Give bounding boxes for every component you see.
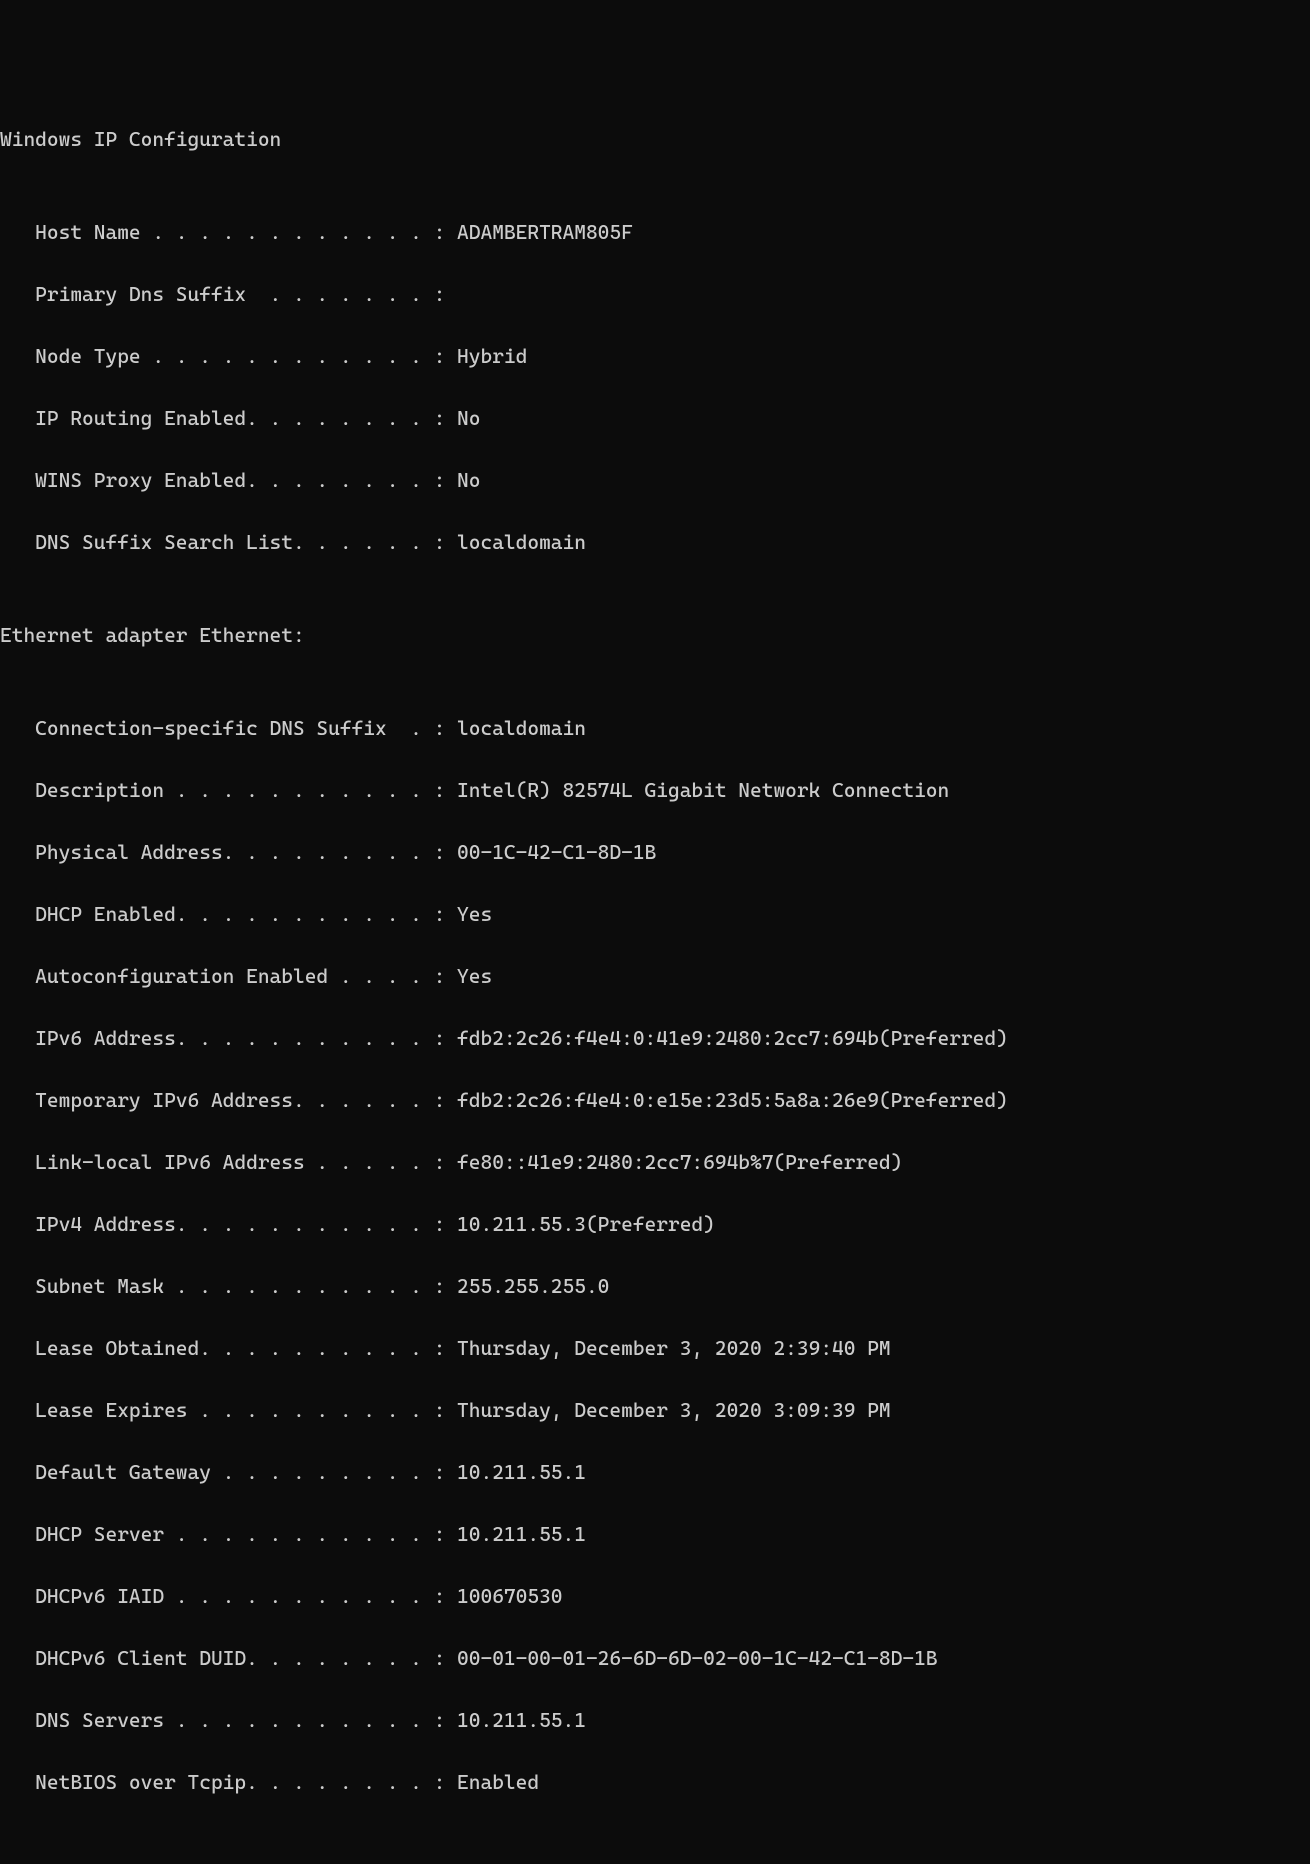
physical-address-value: 00-1C-42-C1-8D-1B	[457, 840, 656, 864]
host-name-value: ADAMBERTRAM805F	[457, 220, 633, 244]
primary-dns-suffix-label: Primary Dns Suffix . . . . . . . :	[0, 282, 445, 306]
ipconfig-header: Windows IP Configuration	[0, 124, 1310, 155]
dns-servers-value: 10.211.55.1	[457, 1708, 586, 1732]
node-type-value: Hybrid	[457, 344, 527, 368]
temp-ipv6-label: Temporary IPv6 Address. . . . . . :	[0, 1088, 457, 1112]
dhcpv6-duid-label: DHCPv6 Client DUID. . . . . . . . :	[0, 1646, 457, 1670]
host-name-label: Host Name . . . . . . . . . . . . :	[0, 220, 457, 244]
wins-proxy-value: No	[457, 468, 480, 492]
dhcpv6-iaid-value: 100670530	[457, 1584, 562, 1608]
ipv4-address-value: 10.211.55.3(Preferred)	[457, 1212, 715, 1236]
lease-expires-value: Thursday, December 3, 2020 3:09:39 PM	[457, 1398, 891, 1422]
link-local-ipv6-value: fe80::41e9:2480:2cc7:694b%7(Preferred)	[457, 1150, 902, 1174]
temp-ipv6-value: fdb2:2c26:f4e4:0:e15e:23d5:5a8a:26e9(Pre…	[457, 1088, 1008, 1112]
wins-proxy-label: WINS Proxy Enabled. . . . . . . . :	[0, 468, 457, 492]
description-value: Intel(R) 82574L Gigabit Network Connecti…	[457, 778, 949, 802]
subnet-mask-label: Subnet Mask . . . . . . . . . . . :	[0, 1274, 457, 1298]
ip-routing-label: IP Routing Enabled. . . . . . . . :	[0, 406, 457, 430]
netbios-label: NetBIOS over Tcpip. . . . . . . . :	[0, 1770, 457, 1794]
autoconfig-value: Yes	[457, 964, 492, 988]
default-gateway-value: 10.211.55.1	[457, 1460, 586, 1484]
conn-dns-suffix-value: localdomain	[457, 716, 586, 740]
adapter-heading: Ethernet adapter Ethernet:	[0, 620, 1310, 651]
ip-routing-value: No	[457, 406, 480, 430]
netbios-value: Enabled	[457, 1770, 539, 1794]
conn-dns-suffix-label: Connection-specific DNS Suffix . :	[0, 716, 457, 740]
terminal-output[interactable]: Windows IP Configuration Host Name . . .…	[0, 124, 1310, 1798]
dhcpv6-iaid-label: DHCPv6 IAID . . . . . . . . . . . :	[0, 1584, 457, 1608]
ipv6-address-label: IPv6 Address. . . . . . . . . . . :	[0, 1026, 457, 1050]
lease-expires-label: Lease Expires . . . . . . . . . . :	[0, 1398, 457, 1422]
dns-servers-label: DNS Servers . . . . . . . . . . . :	[0, 1708, 457, 1732]
dns-suffix-list-label: DNS Suffix Search List. . . . . . :	[0, 530, 457, 554]
link-local-ipv6-label: Link-local IPv6 Address . . . . . :	[0, 1150, 457, 1174]
subnet-mask-value: 255.255.255.0	[457, 1274, 609, 1298]
dhcp-server-value: 10.211.55.1	[457, 1522, 586, 1546]
autoconfig-label: Autoconfiguration Enabled . . . . :	[0, 964, 457, 988]
ipv4-address-label: IPv4 Address. . . . . . . . . . . :	[0, 1212, 457, 1236]
dhcp-enabled-label: DHCP Enabled. . . . . . . . . . . :	[0, 902, 457, 926]
dhcp-server-label: DHCP Server . . . . . . . . . . . :	[0, 1522, 457, 1546]
dhcpv6-duid-value: 00-01-00-01-26-6D-6D-02-00-1C-42-C1-8D-1…	[457, 1646, 937, 1670]
default-gateway-label: Default Gateway . . . . . . . . . :	[0, 1460, 457, 1484]
dns-suffix-list-value: localdomain	[457, 530, 586, 554]
node-type-label: Node Type . . . . . . . . . . . . :	[0, 344, 457, 368]
dhcp-enabled-value: Yes	[457, 902, 492, 926]
ipv6-address-value: fdb2:2c26:f4e4:0:41e9:2480:2cc7:694b(Pre…	[457, 1026, 1008, 1050]
physical-address-label: Physical Address. . . . . . . . . :	[0, 840, 457, 864]
description-label: Description . . . . . . . . . . . :	[0, 778, 457, 802]
lease-obtained-label: Lease Obtained. . . . . . . . . . :	[0, 1336, 457, 1360]
lease-obtained-value: Thursday, December 3, 2020 2:39:40 PM	[457, 1336, 891, 1360]
